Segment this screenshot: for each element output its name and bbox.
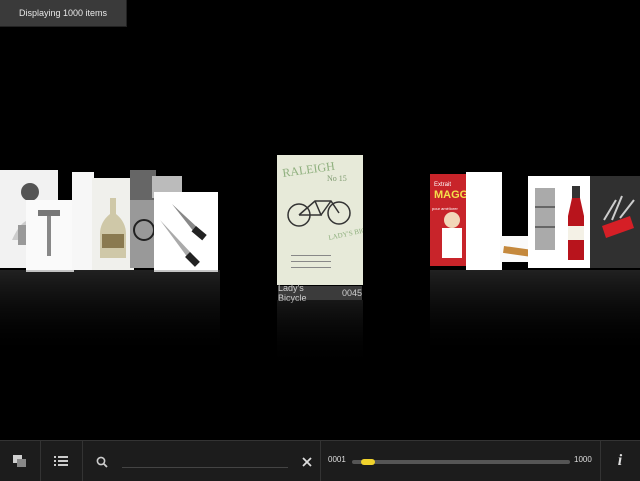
poster-number: No 15 (327, 174, 347, 183)
item-card-ketchup[interactable] (562, 176, 590, 268)
range-slider[interactable] (352, 459, 570, 465)
item-card-tiffin[interactable] (528, 176, 562, 268)
info-icon: i (617, 452, 623, 469)
item-card-swiss-knife[interactable] (590, 176, 640, 268)
clear-icon[interactable] (302, 457, 312, 467)
stack-view-button[interactable] (0, 441, 41, 481)
selected-item-card[interactable]: RALEIGH No 15 LADY'S BICYCLE (277, 155, 363, 285)
range-start-label: 0001 (328, 455, 346, 464)
search-underline (122, 467, 288, 468)
range-section: 0001 1000 (320, 441, 601, 481)
info-button[interactable]: i (600, 441, 640, 481)
selected-item-caption: Lady's Bicycle 0045 (278, 283, 362, 303)
bottom-toolbar: 0001 1000 i (0, 440, 640, 481)
list-icon (54, 456, 68, 466)
reflection-left (0, 270, 220, 360)
item-card-white-panel-2[interactable] (466, 172, 502, 270)
selected-item-number: 0045 (341, 288, 362, 298)
list-view-button[interactable] (40, 441, 83, 481)
poster-side-text: LADY'S BICYCLE (328, 222, 363, 242)
maggi-line1-text: pour améliorer (432, 206, 458, 211)
item-card-white-panel[interactable] (72, 172, 94, 270)
item-card-corkscrew[interactable] (26, 200, 74, 272)
reflection-center (277, 300, 363, 370)
range-slider-thumb[interactable] (361, 459, 375, 465)
item-card-maggi-poster[interactable]: Extrait MAGGI pour améliorer (430, 174, 470, 266)
maggi-top-text: Extrait (434, 182, 451, 188)
search-section (82, 441, 321, 481)
item-card-knives[interactable] (154, 192, 218, 272)
range-end-label: 1000 (574, 455, 592, 464)
reflection-right (430, 270, 640, 360)
search-icon (96, 456, 108, 468)
cover-flow[interactable]: RALEIGH No 15 LADY'S BICYCLE Lady's Bicy… (0, 0, 640, 440)
maggi-brand-text: MAGGI (434, 189, 470, 201)
stack-icon (13, 455, 26, 467)
item-card-wine-bottle[interactable] (92, 178, 134, 270)
